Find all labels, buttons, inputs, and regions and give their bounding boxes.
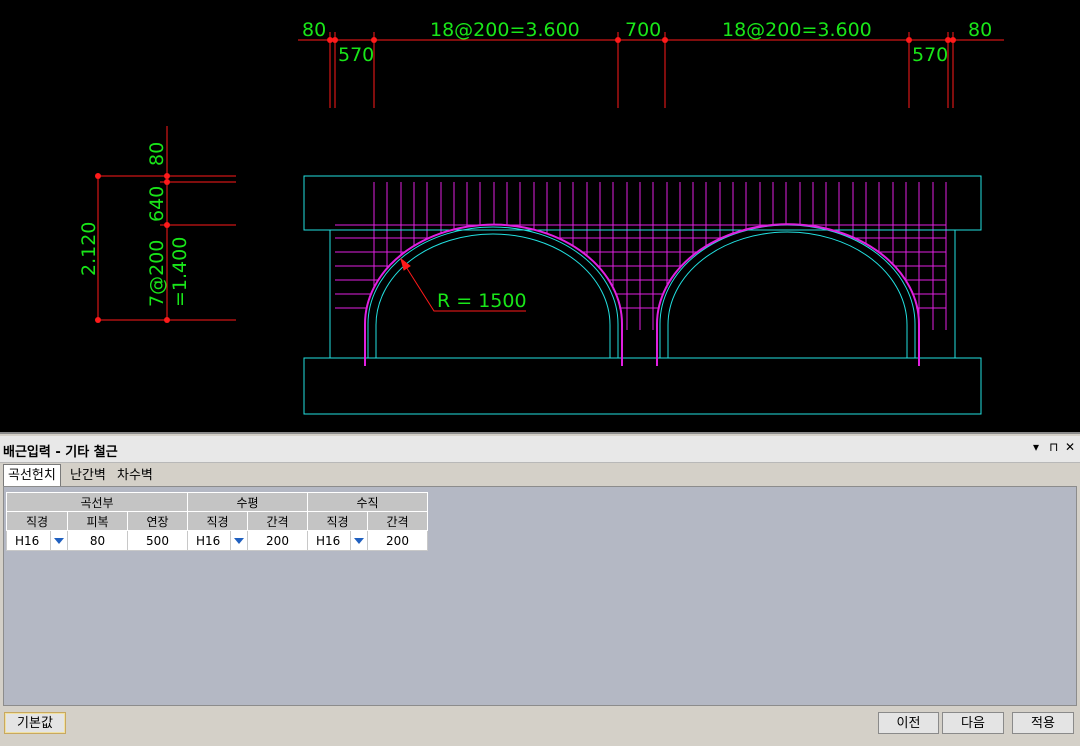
col-header-cover: 피복: [67, 511, 128, 531]
vertical-diameter-select[interactable]: H16: [307, 530, 368, 551]
default-values-button[interactable]: 기본값: [4, 712, 66, 734]
dropdown-arrow-icon[interactable]: [350, 531, 367, 550]
top-dimension-lines: [298, 32, 1004, 108]
curve-cover-cell[interactable]: 80: [67, 530, 128, 551]
dim-left-1400: =1.400: [169, 237, 191, 307]
panel-close-icon[interactable]: ✕: [1065, 440, 1075, 454]
col-header-diameter: 직경: [187, 511, 248, 531]
apply-button[interactable]: 적용: [1012, 712, 1074, 734]
col-header-spacing: 간격: [247, 511, 308, 531]
col-header-diameter: 직경: [6, 511, 68, 531]
horizontal-diameter-select[interactable]: H16: [187, 530, 248, 551]
dim-top-570-right: 570: [912, 44, 948, 66]
dim-left-2120: 2.120: [78, 222, 100, 276]
dim-top-spacing-left: 18@200=3.600: [430, 19, 580, 41]
curve-extension-cell[interactable]: 500: [127, 530, 188, 551]
prev-button[interactable]: 이전: [878, 712, 939, 734]
dim-left-640: 640: [146, 186, 168, 222]
horizontal-spacing-cell[interactable]: 200: [247, 530, 308, 551]
select-value: H16: [196, 533, 221, 548]
table-row: H16 80 500 H16 200 H16 200: [6, 530, 428, 551]
dim-left-80: 80: [146, 142, 168, 166]
dropdown-arrow-icon[interactable]: [230, 531, 247, 550]
group-header-horizontal: 수평: [187, 492, 308, 512]
panel-title-bar: 배근입력 - 기타 철근 ▾ ⊓ ✕: [0, 436, 1080, 463]
panel-title: 배근입력 - 기타 철근: [3, 445, 118, 460]
rebar-input-panel: 배근입력 - 기타 철근 ▾ ⊓ ✕ 곡선헌치 난간벽 차수벽 곡선부 수평 수…: [0, 432, 1080, 746]
group-header-vertical: 수직: [307, 492, 428, 512]
dim-top-80-left: 80: [302, 19, 326, 41]
panel-tabs: 곡선헌치 난간벽 차수벽: [0, 464, 1080, 487]
panel-dropdown-icon[interactable]: ▾: [1033, 440, 1039, 454]
rebar-table: 곡선부 수평 수직 직경 피복 연장 직경 간격 직경 간격 H16 80 50…: [6, 492, 428, 551]
dim-top-700: 700: [625, 19, 661, 41]
col-header-extension: 연장: [127, 511, 188, 531]
tab-content: 곡선부 수평 수직 직경 피복 연장 직경 간격 직경 간격 H16 80 50…: [3, 486, 1077, 706]
select-value: H16: [15, 533, 40, 548]
cad-drawing-canvas[interactable]: 80 570 18@200=3.600 700 18@200=3.600 570…: [0, 0, 1080, 432]
next-button[interactable]: 다음: [942, 712, 1004, 734]
select-value: H16: [316, 533, 341, 548]
col-header-diameter: 직경: [307, 511, 368, 531]
dim-top-spacing-right: 18@200=3.600: [722, 19, 872, 41]
vertical-spacing-cell[interactable]: 200: [367, 530, 428, 551]
button-bar: 기본값 이전 다음 적용: [0, 708, 1080, 746]
dim-top-570-left: 570: [338, 44, 374, 66]
dim-top-80-right: 80: [968, 19, 992, 41]
tab-curved-haunch[interactable]: 곡선헌치: [3, 464, 61, 487]
curve-diameter-select[interactable]: H16: [6, 530, 68, 551]
col-header-spacing: 간격: [367, 511, 428, 531]
tab-parapet-wall[interactable]: 난간벽: [66, 466, 110, 486]
dim-left-7at200: 7@200: [146, 240, 168, 307]
dropdown-arrow-icon[interactable]: [50, 531, 67, 550]
radius-label: R = 1500: [437, 290, 527, 312]
group-header-curve: 곡선부: [6, 492, 188, 512]
tab-cutoff-wall[interactable]: 차수벽: [113, 466, 157, 486]
rebar-lines: [335, 182, 947, 330]
panel-pin-icon[interactable]: ⊓: [1049, 440, 1058, 454]
